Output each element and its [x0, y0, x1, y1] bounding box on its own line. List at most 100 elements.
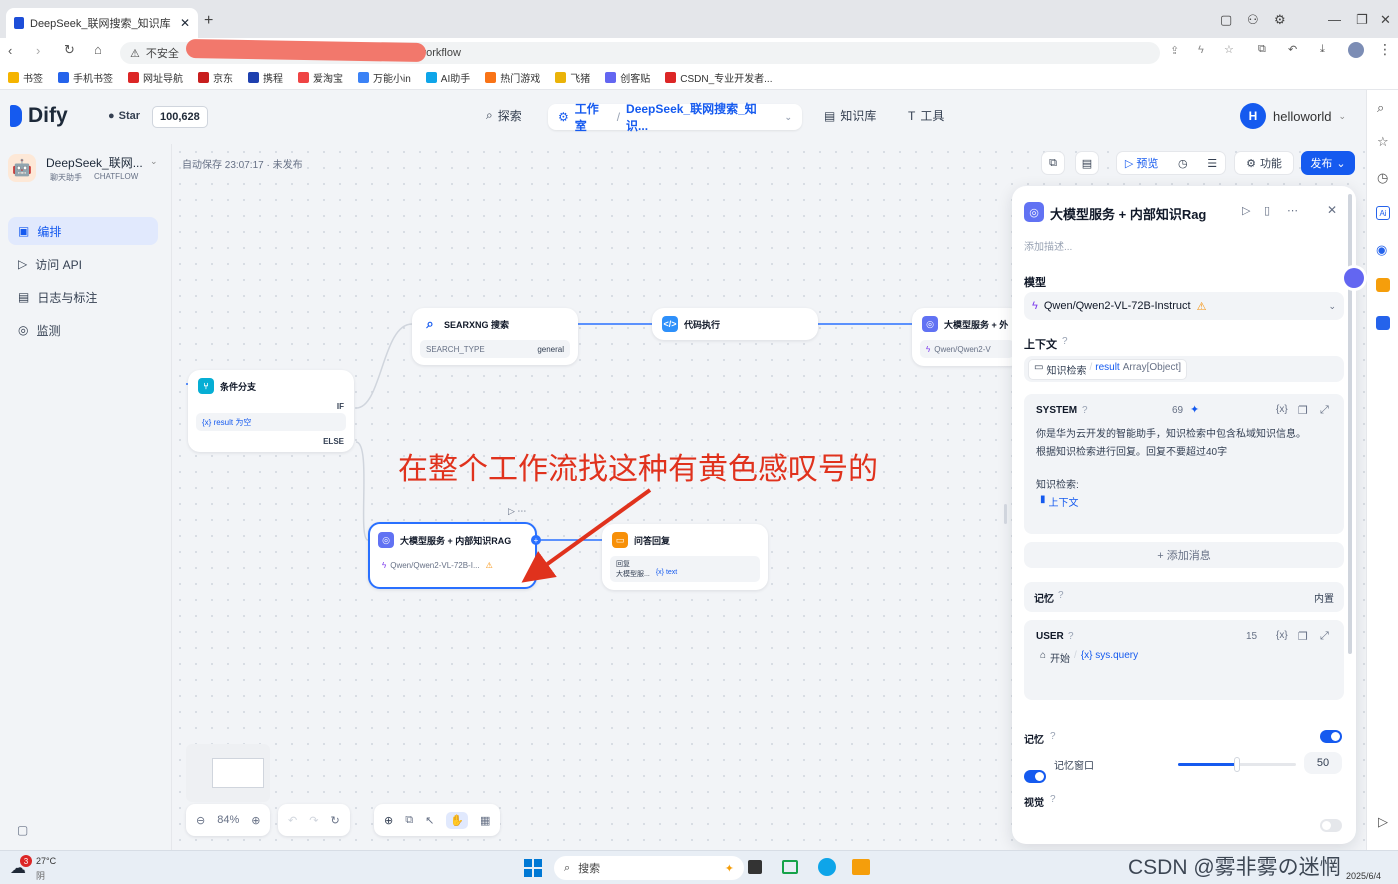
system-text-line2: 根据知识检索进行回复。回复不要超过40字 [1036, 447, 1228, 458]
memory-toggle[interactable] [1320, 730, 1342, 743]
help-book-icon[interactable]: ▯ [1264, 204, 1270, 217]
add-message-button[interactable]: + 添加消息 [1024, 542, 1344, 568]
zoom-out-icon[interactable]: ⊖ [196, 814, 205, 827]
system-label: SYSTEM [1036, 405, 1078, 416]
search-icon[interactable]: ⌕ [1377, 100, 1384, 116]
database-icon: ▭ [1034, 361, 1044, 373]
weather-desc: 阴 [36, 871, 46, 881]
add-block-icon[interactable]: ⊕ [384, 814, 393, 827]
help-icon[interactable]: ? [1082, 405, 1088, 416]
toolbox-icon[interactable] [1376, 278, 1390, 292]
collapse-panel-icon[interactable]: ▷ [1378, 814, 1388, 830]
memory-window-label: 记忆窗口 [1054, 761, 1094, 772]
features-button[interactable]: ⚙ 功能 [1234, 151, 1294, 175]
redo-icon[interactable]: ↷ [309, 814, 318, 827]
favorites-icon[interactable]: ☆ [1377, 134, 1389, 150]
close-icon[interactable]: ✕ [1327, 203, 1337, 217]
env-icon[interactable]: ▤ [1075, 151, 1099, 175]
search-icon: ⌕ [564, 861, 571, 874]
note-icon[interactable]: ⧉ [405, 814, 413, 827]
hand-icon[interactable]: ✋ [446, 811, 468, 829]
translate-icon[interactable] [1376, 316, 1390, 330]
memory-window-slider[interactable] [1178, 757, 1296, 772]
slider-handle[interactable] [1234, 757, 1240, 772]
brain-icon: ◎ [1024, 202, 1044, 222]
zoom-level[interactable]: 84% [217, 814, 239, 826]
minimap[interactable] [186, 744, 270, 802]
more-icon[interactable]: ⋯ [1287, 204, 1298, 217]
warning-icon: ⚠ [1196, 300, 1207, 313]
history-controls: ↶ ↷ ↻ [278, 804, 350, 836]
preview-button[interactable]: ▷ 预览 [1125, 155, 1159, 171]
add-description-input[interactable]: 添加描述... [1024, 238, 1072, 253]
model-icon: ϟ [1032, 300, 1038, 312]
copy-icon[interactable]: ❐ [1298, 404, 1308, 417]
panel-scrollbar[interactable] [1348, 194, 1352, 654]
help-icon[interactable]: ? [1062, 336, 1068, 347]
model-label: 模型 [1024, 277, 1046, 289]
expand-icon[interactable]: ⤢ [1320, 630, 1329, 643]
folder-icon[interactable] [852, 859, 870, 875]
task-view-icon[interactable] [748, 860, 762, 874]
checklist-icon[interactable]: ☰ [1207, 157, 1217, 170]
system-text-line1: 你是华为云开发的智能助手，知识检索中包含私域知识信息。 [1036, 429, 1306, 440]
node-settings-panel: ◎ 大模型服务 + 内部知识Rag ▷ ▯ ⋯ ✕ 添加描述... 模型 ϟ Q… [1012, 186, 1356, 844]
variable-icon[interactable]: {x} [1276, 630, 1288, 641]
home-icon: ⌂ [1040, 650, 1047, 661]
memory-window-toggle[interactable] [1024, 770, 1046, 783]
copilot-icon: ✦ [724, 862, 734, 875]
user-token-count: 15 [1246, 631, 1258, 642]
system-prompt-box[interactable]: SYSTEM ? 69 ✦ {x} ❐ ⤢ 你是华为云开发的智能助手，知识检索中… [1024, 394, 1344, 534]
panel-resize-handle[interactable] [1004, 504, 1007, 524]
browser-side-panel: ⌕ ☆ ◷ Ai ◉ ▷ [1366, 90, 1398, 850]
model-selector[interactable]: ϟ Qwen/Qwen2-VL-72B-Instruct ⚠ ⌄ [1024, 292, 1344, 320]
watermark: CSDN @雾非雾の迷惘 [1128, 856, 1341, 879]
preview-group: ▷ 预览 ◷ ☰ [1116, 151, 1226, 175]
zoom-in-icon[interactable]: ⊕ [251, 814, 260, 827]
weather-badge: 3 [20, 855, 32, 867]
help-icon[interactable]: ? [1050, 794, 1056, 805]
date: 2025/6/4 [1346, 871, 1382, 881]
game-icon[interactable]: ◉ [1376, 242, 1387, 258]
help-icon[interactable]: ? [1068, 631, 1074, 642]
windows-taskbar: ☁ 3 27°C 阴 ⌕ 搜索 ✦ CSDN @雾非雾の迷惘 2025/6/4 [0, 850, 1398, 884]
chevron-down-icon: ⌄ [1328, 300, 1336, 311]
edge-icon[interactable] [818, 858, 836, 876]
weather-temp: 27°C [36, 856, 57, 866]
memory-label: 记忆 [1034, 594, 1054, 605]
vision-toggle[interactable] [1320, 819, 1342, 832]
features-icon: ⚙ [1246, 157, 1256, 170]
variable-icon[interactable]: {x} [1276, 404, 1288, 415]
memory-window-input[interactable]: 50 [1304, 752, 1342, 774]
zoom-controls: ⊖ 84% ⊕ [186, 804, 271, 836]
memory-row: 记忆 ? 内置 [1024, 582, 1344, 612]
history-icon[interactable]: ◷ [1377, 170, 1388, 186]
user-label: USER [1036, 631, 1064, 642]
undo-icon[interactable]: ↶ [288, 814, 297, 827]
history-icon[interactable]: ↻ [330, 814, 339, 827]
help-icon[interactable]: ? [1050, 731, 1056, 742]
chevron-down-icon: ⌄ [1336, 157, 1346, 170]
context-chip: ▮ 上下文 [1040, 494, 1079, 509]
user-var-chip: ⌂ 开始 / {x} sys.query [1040, 650, 1139, 665]
pointer-icon[interactable]: ↖ [425, 814, 434, 827]
checklist-icon[interactable]: ⧉ [1041, 151, 1065, 175]
floating-translate-icon[interactable] [1344, 268, 1364, 288]
app-icon[interactable] [782, 860, 798, 874]
copy-icon[interactable]: ❐ [1298, 630, 1308, 643]
user-prompt-box[interactable]: USER ? 15 {x} ❐ ⤢ ⌂ 开始 / {x} sys.query [1024, 620, 1344, 700]
publish-button[interactable]: 发布 ⌄ [1301, 151, 1355, 175]
context-label: 上下文 [1024, 339, 1057, 351]
context-field[interactable]: ▭ 知识检索 / result Array[Object] [1024, 356, 1344, 382]
ai-icon[interactable]: Ai [1376, 206, 1390, 220]
sparkle-icon[interactable]: ✦ [1190, 403, 1199, 416]
help-icon[interactable]: ? [1058, 590, 1064, 601]
run-icon[interactable]: ▷ [1242, 204, 1250, 217]
layout-icon[interactable]: ▦ [480, 814, 490, 827]
clock-icon[interactable]: ◷ [1178, 157, 1188, 170]
expand-icon[interactable]: ⤢ [1320, 404, 1329, 417]
context-tag[interactable]: ▭ 知识检索 / result Array[Object] [1028, 358, 1188, 380]
panel-title[interactable]: 大模型服务 + 内部知识Rag [1050, 204, 1206, 223]
taskbar-search[interactable]: ⌕ 搜索 ✦ [554, 856, 744, 880]
start-icon[interactable] [524, 859, 542, 877]
